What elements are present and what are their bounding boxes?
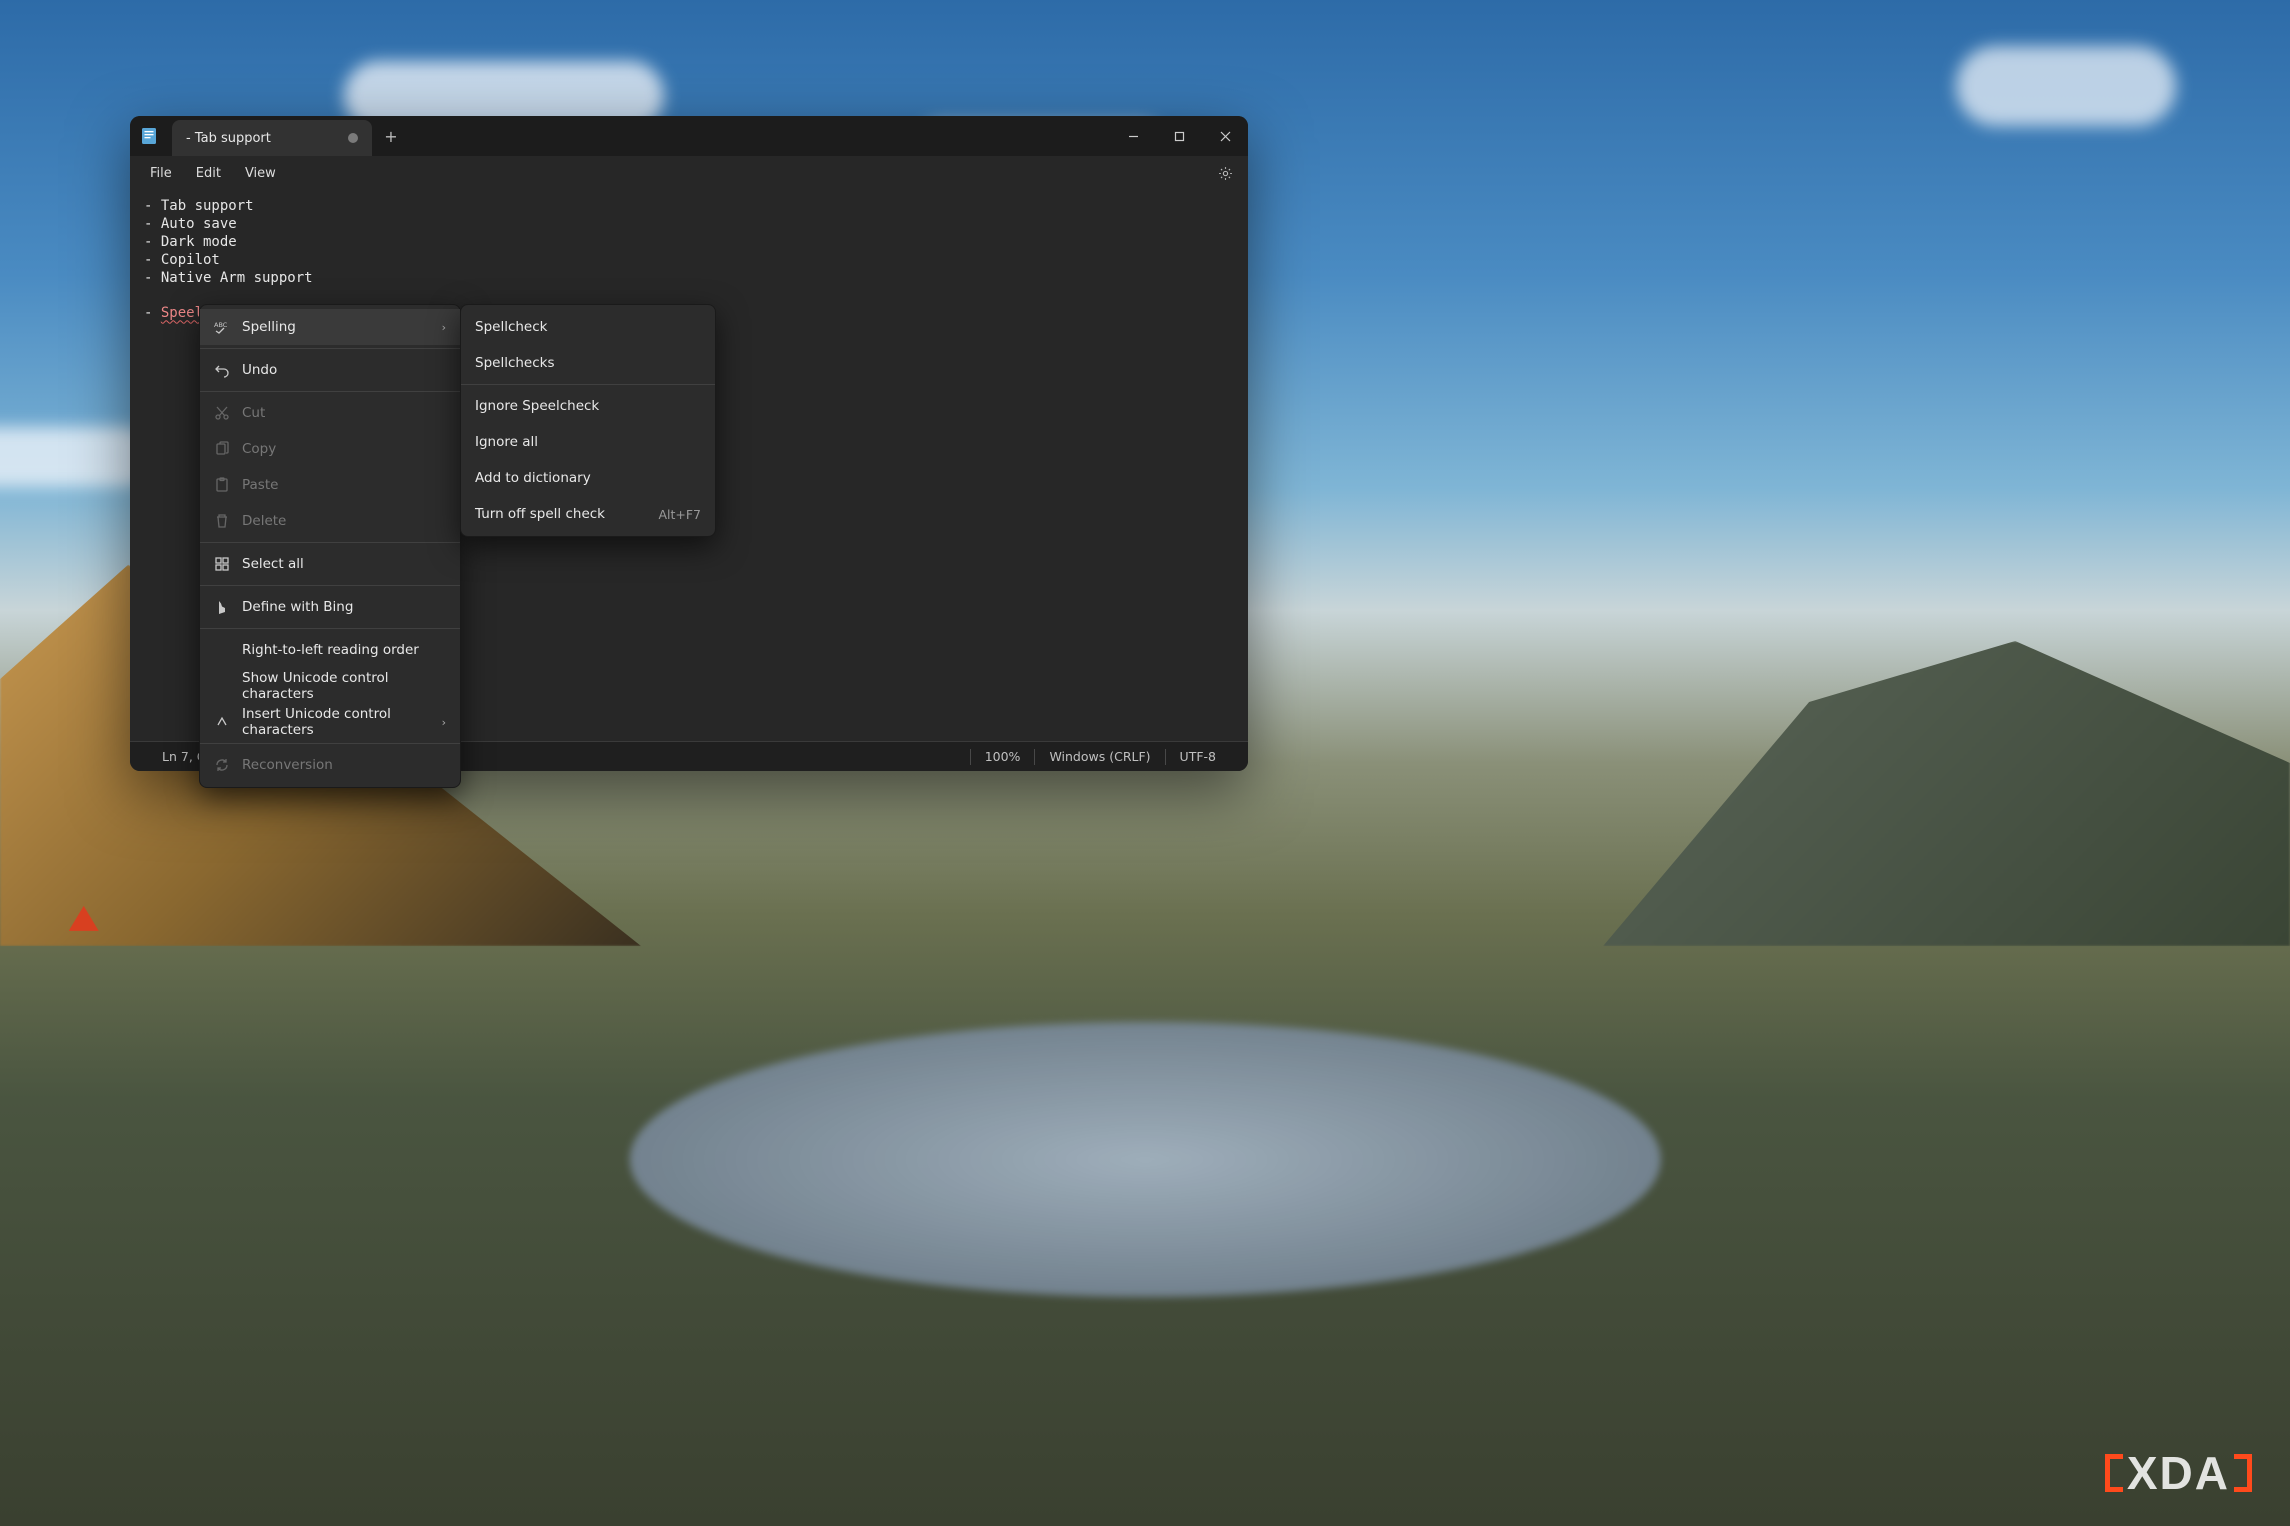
plus-icon: + xyxy=(384,127,397,146)
menu-view[interactable]: View xyxy=(233,160,288,187)
ctx-label: Insert Unicode control characters xyxy=(242,706,430,738)
ctx-label: Paste xyxy=(242,477,278,493)
menu-edit[interactable]: Edit xyxy=(184,160,233,187)
spell-suggestion-1[interactable]: Spellcheck xyxy=(461,309,715,345)
status-encoding[interactable]: UTF-8 xyxy=(1166,749,1230,764)
sub-label: Spellchecks xyxy=(475,355,555,371)
wallpaper-mountain xyxy=(1603,641,2290,946)
tab-modified-indicator xyxy=(348,133,358,143)
ctx-label: Cut xyxy=(242,405,265,421)
ctx-label: Right-to-left reading order xyxy=(242,642,419,658)
ctx-define-bing[interactable]: Define with Bing xyxy=(200,589,460,625)
context-menu: ABC Spelling › Undo Cut Copy Paste Delet… xyxy=(199,304,461,788)
ctx-label: Reconversion xyxy=(242,757,333,773)
spelling-icon: ABC xyxy=(214,319,230,335)
editor-line: - Native Arm support xyxy=(144,270,313,286)
ctx-label: Show Unicode control characters xyxy=(242,670,446,702)
caret-icon xyxy=(214,714,230,730)
chevron-right-icon: › xyxy=(442,716,446,729)
maximize-button[interactable] xyxy=(1156,116,1202,156)
sub-label: Ignore Speelcheck xyxy=(475,398,599,414)
ctx-copy: Copy xyxy=(200,431,460,467)
editor-line: - xyxy=(144,305,161,321)
watermark-text: XDA xyxy=(2127,1446,2230,1500)
cut-icon xyxy=(214,405,230,421)
settings-button[interactable] xyxy=(1210,158,1240,188)
ctx-separator xyxy=(200,391,460,392)
sub-label: Ignore all xyxy=(475,434,538,450)
ctx-undo[interactable]: Undo xyxy=(200,352,460,388)
new-tab-button[interactable]: + xyxy=(372,116,410,156)
spell-add-dictionary[interactable]: Add to dictionary xyxy=(461,460,715,496)
ctx-spelling[interactable]: ABC Spelling › xyxy=(200,309,460,345)
status-line-ending[interactable]: Windows (CRLF) xyxy=(1035,749,1164,764)
editor-line: - Auto save xyxy=(144,216,237,232)
ctx-cut: Cut xyxy=(200,395,460,431)
reconversion-icon xyxy=(214,757,230,773)
ctx-insert-unicode[interactable]: Insert Unicode control characters › xyxy=(200,704,460,740)
ctx-separator xyxy=(200,542,460,543)
ctx-separator xyxy=(461,384,715,385)
ctx-rtl[interactable]: Right-to-left reading order xyxy=(200,632,460,668)
sub-label: Add to dictionary xyxy=(475,470,591,486)
close-button[interactable] xyxy=(1202,116,1248,156)
ctx-separator xyxy=(200,585,460,586)
paste-icon xyxy=(214,477,230,493)
ctx-show-unicode[interactable]: Show Unicode control characters xyxy=(200,668,460,704)
spell-ignore-all[interactable]: Ignore all xyxy=(461,424,715,460)
xda-watermark: XDA xyxy=(2105,1446,2252,1500)
bing-icon xyxy=(214,599,230,615)
chevron-right-icon: › xyxy=(442,321,446,334)
ctx-label: Define with Bing xyxy=(242,599,353,615)
app-icon xyxy=(130,116,168,156)
ctx-label: Undo xyxy=(242,362,277,378)
spell-turn-off[interactable]: Turn off spell check Alt+F7 xyxy=(461,496,715,532)
copy-icon xyxy=(214,441,230,457)
ctx-paste: Paste xyxy=(200,467,460,503)
window-controls xyxy=(1110,116,1248,156)
wallpaper-cloud xyxy=(1956,46,2176,126)
tab-document[interactable]: - Tab support xyxy=(172,120,372,156)
ctx-label: Copy xyxy=(242,441,276,457)
menubar: File Edit View xyxy=(130,156,1248,190)
tab-title: - Tab support xyxy=(186,131,271,146)
editor-line: - Tab support xyxy=(144,198,254,214)
ctx-separator xyxy=(200,743,460,744)
ctx-label: Select all xyxy=(242,556,304,572)
svg-text:ABC: ABC xyxy=(214,321,228,329)
ctx-delete: Delete xyxy=(200,503,460,539)
undo-icon xyxy=(214,362,230,378)
wallpaper-lake xyxy=(630,1022,1661,1297)
ctx-label: Delete xyxy=(242,513,286,529)
ctx-reconversion: Reconversion xyxy=(200,747,460,783)
ctx-separator xyxy=(200,348,460,349)
titlebar: - Tab support + xyxy=(130,116,1248,156)
editor-line: - Copilot xyxy=(144,252,220,268)
status-zoom[interactable]: 100% xyxy=(971,749,1035,764)
minimize-button[interactable] xyxy=(1110,116,1156,156)
ctx-separator xyxy=(200,628,460,629)
spell-ignore[interactable]: Ignore Speelcheck xyxy=(461,388,715,424)
menu-file[interactable]: File xyxy=(138,160,184,187)
spelling-submenu: Spellcheck Spellchecks Ignore Speelcheck… xyxy=(460,304,716,537)
shortcut-label: Alt+F7 xyxy=(658,507,701,522)
delete-icon xyxy=(214,513,230,529)
sub-label: Spellcheck xyxy=(475,319,547,335)
select-all-icon xyxy=(214,556,230,572)
spell-suggestion-2[interactable]: Spellchecks xyxy=(461,345,715,381)
gear-icon xyxy=(1217,165,1234,182)
editor-line: - Dark mode xyxy=(144,234,237,250)
ctx-select-all[interactable]: Select all xyxy=(200,546,460,582)
ctx-label: Spelling xyxy=(242,319,296,335)
sub-label: Turn off spell check xyxy=(475,506,605,522)
